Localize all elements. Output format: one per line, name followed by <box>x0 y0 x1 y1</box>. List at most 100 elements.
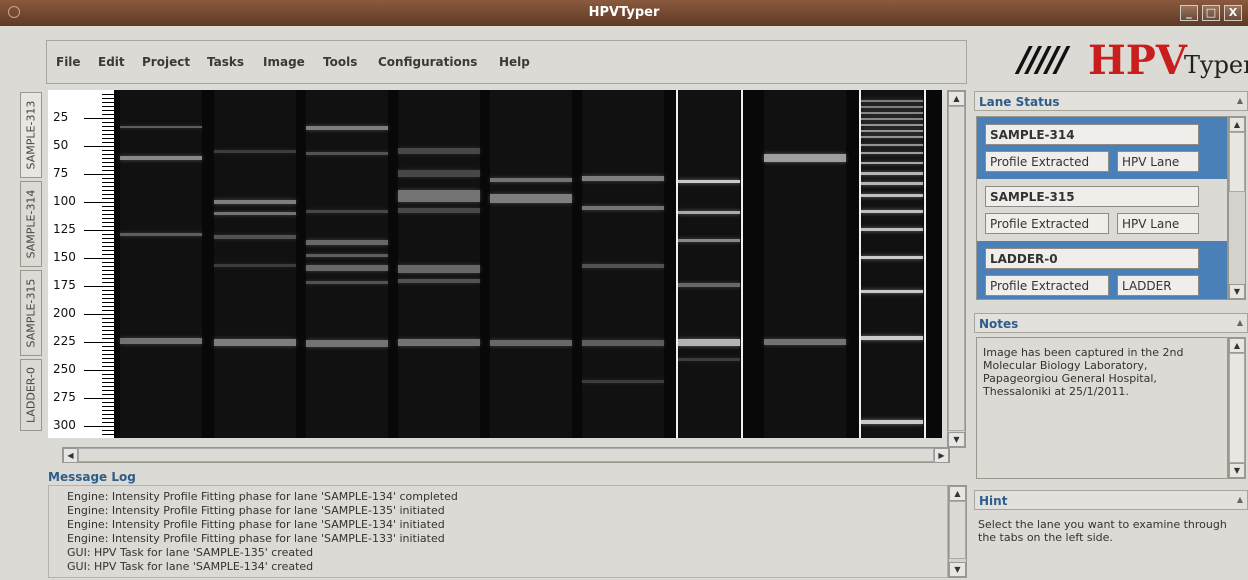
maximize-button[interactable]: □ <box>1202 5 1220 21</box>
gel-band <box>678 339 740 346</box>
ruler-tick <box>102 290 114 291</box>
ruler-tick <box>102 350 114 351</box>
ruler-major-tick <box>84 342 114 343</box>
gel-lane[interactable] <box>120 90 202 438</box>
lane-separator <box>741 90 743 438</box>
message-log: Engine: Intensity Profile Fitting phase … <box>48 485 948 578</box>
ruler-tick <box>102 150 114 151</box>
gel-lane[interactable] <box>398 90 480 438</box>
menu-help[interactable]: Help <box>499 55 530 69</box>
lane-status-title: Lane Status <box>979 95 1060 109</box>
ruler-tick <box>102 138 114 139</box>
gel-band <box>306 126 388 130</box>
scroll-thumb[interactable] <box>949 501 966 559</box>
notes-scrollbar[interactable]: ▲ ▼ <box>1228 337 1246 479</box>
scroll-thumb[interactable] <box>1229 132 1245 192</box>
lane-status-field: Profile Extracted <box>985 151 1109 172</box>
minimize-button[interactable]: _ <box>1180 5 1198 21</box>
ruler-major-tick <box>84 118 114 119</box>
gel-lane[interactable] <box>490 90 572 438</box>
collapse-icon[interactable]: ▲ <box>1237 318 1243 327</box>
gel-lane[interactable] <box>214 90 296 438</box>
gel-lane[interactable] <box>582 90 664 438</box>
lane-entry[interactable]: SAMPLE-314 Profile Extracted HPV Lane <box>977 117 1227 179</box>
menu-image[interactable]: Image <box>263 55 305 69</box>
gel-band <box>120 156 202 160</box>
menu-project[interactable]: Project <box>142 55 190 69</box>
ruler-major-tick <box>84 314 114 315</box>
gel-band <box>306 265 388 271</box>
scroll-thumb[interactable] <box>78 448 934 462</box>
gel-band <box>678 211 740 214</box>
gel-band <box>678 283 740 287</box>
ruler-tick <box>102 374 114 375</box>
lane-status-scrollbar[interactable]: ▲ ▼ <box>1228 116 1246 300</box>
collapse-icon[interactable]: ▲ <box>1237 495 1243 504</box>
gel-lane[interactable] <box>306 90 388 438</box>
gel-horizontal-scrollbar[interactable]: ◀ ▶ <box>62 447 950 463</box>
ruler-tick <box>102 274 114 275</box>
ruler-tick <box>102 378 114 379</box>
scroll-down-icon[interactable]: ▼ <box>948 432 965 447</box>
ruler-tick <box>102 110 114 111</box>
ruler-tick <box>102 414 114 415</box>
gel-image[interactable]: 25 50 75 100 125 150 175 200 225 250 275 300 <box>48 90 942 438</box>
menu-edit[interactable]: Edit <box>98 55 125 69</box>
message-log-scrollbar[interactable]: ▲ ▼ <box>948 485 967 578</box>
scroll-thumb[interactable] <box>1229 353 1245 463</box>
scroll-down-icon[interactable]: ▼ <box>1229 463 1245 478</box>
scroll-right-icon[interactable]: ▶ <box>934 448 949 463</box>
menu-tasks[interactable]: Tasks <box>207 55 244 69</box>
notes-text-area[interactable]: Image has been captured in the 2nd Molec… <box>976 337 1228 479</box>
ruler-tick <box>102 322 114 323</box>
menu-file[interactable]: File <box>56 55 81 69</box>
lane-status-header[interactable]: Lane Status ▲ <box>974 91 1248 111</box>
ruler-major-tick <box>84 174 114 175</box>
gel-band <box>861 256 923 259</box>
gel-band <box>678 180 740 183</box>
notes-header[interactable]: Notes ▲ <box>974 313 1248 333</box>
hint-header[interactable]: Hint ▲ <box>974 490 1248 510</box>
ruler-tick <box>102 114 114 115</box>
tab-sample-313[interactable]: SAMPLE-313 <box>20 92 42 178</box>
scroll-up-icon[interactable]: ▲ <box>948 91 965 106</box>
gel-lane[interactable] <box>861 90 923 438</box>
ruler-label: 100 <box>53 194 76 208</box>
close-button[interactable]: X <box>1224 5 1242 21</box>
lane-entry[interactable]: SAMPLE-315 Profile Extracted HPV Lane <box>977 179 1227 241</box>
scroll-thumb[interactable] <box>948 106 965 431</box>
tab-ladder-0[interactable]: LADDER-0 <box>20 359 42 431</box>
logo-typer: Typer <box>1184 51 1248 79</box>
gel-band <box>398 148 480 154</box>
lane-entry[interactable]: LADDER-0 Profile Extracted LADDER <box>977 241 1227 299</box>
menu-configurations[interactable]: Configurations <box>378 55 477 69</box>
gel-band <box>490 178 572 182</box>
gel-band <box>861 136 923 138</box>
scroll-up-icon[interactable]: ▲ <box>949 486 966 501</box>
ruler-tick <box>102 246 114 247</box>
gel-band <box>678 358 740 361</box>
scroll-left-icon[interactable]: ◀ <box>63 448 78 463</box>
title-bar[interactable]: HPVTyper _ □ X <box>0 0 1248 26</box>
ruler-major-tick <box>84 230 114 231</box>
gel-vertical-scrollbar[interactable]: ▲ ▼ <box>947 90 966 448</box>
scroll-up-icon[interactable]: ▲ <box>1229 338 1245 353</box>
ruler-tick <box>102 302 114 303</box>
collapse-icon[interactable]: ▲ <box>1237 96 1243 105</box>
ruler-tick <box>102 166 114 167</box>
scroll-down-icon[interactable]: ▼ <box>949 562 966 577</box>
tab-sample-314[interactable]: SAMPLE-314 <box>20 181 42 267</box>
gel-band <box>214 212 296 215</box>
gel-band <box>120 126 202 128</box>
tab-sample-315[interactable]: SAMPLE-315 <box>20 270 42 356</box>
scroll-up-icon[interactable]: ▲ <box>1229 117 1245 132</box>
scroll-down-icon[interactable]: ▼ <box>1229 284 1245 299</box>
gel-lane[interactable] <box>678 90 740 438</box>
gel-lane[interactable] <box>764 90 846 438</box>
ruler-tick <box>102 226 114 227</box>
ruler-tick <box>102 390 114 391</box>
menu-tools[interactable]: Tools <box>323 55 357 69</box>
ruler-tick <box>102 346 114 347</box>
ruler-major-tick <box>84 258 114 259</box>
gel-band <box>306 254 388 257</box>
